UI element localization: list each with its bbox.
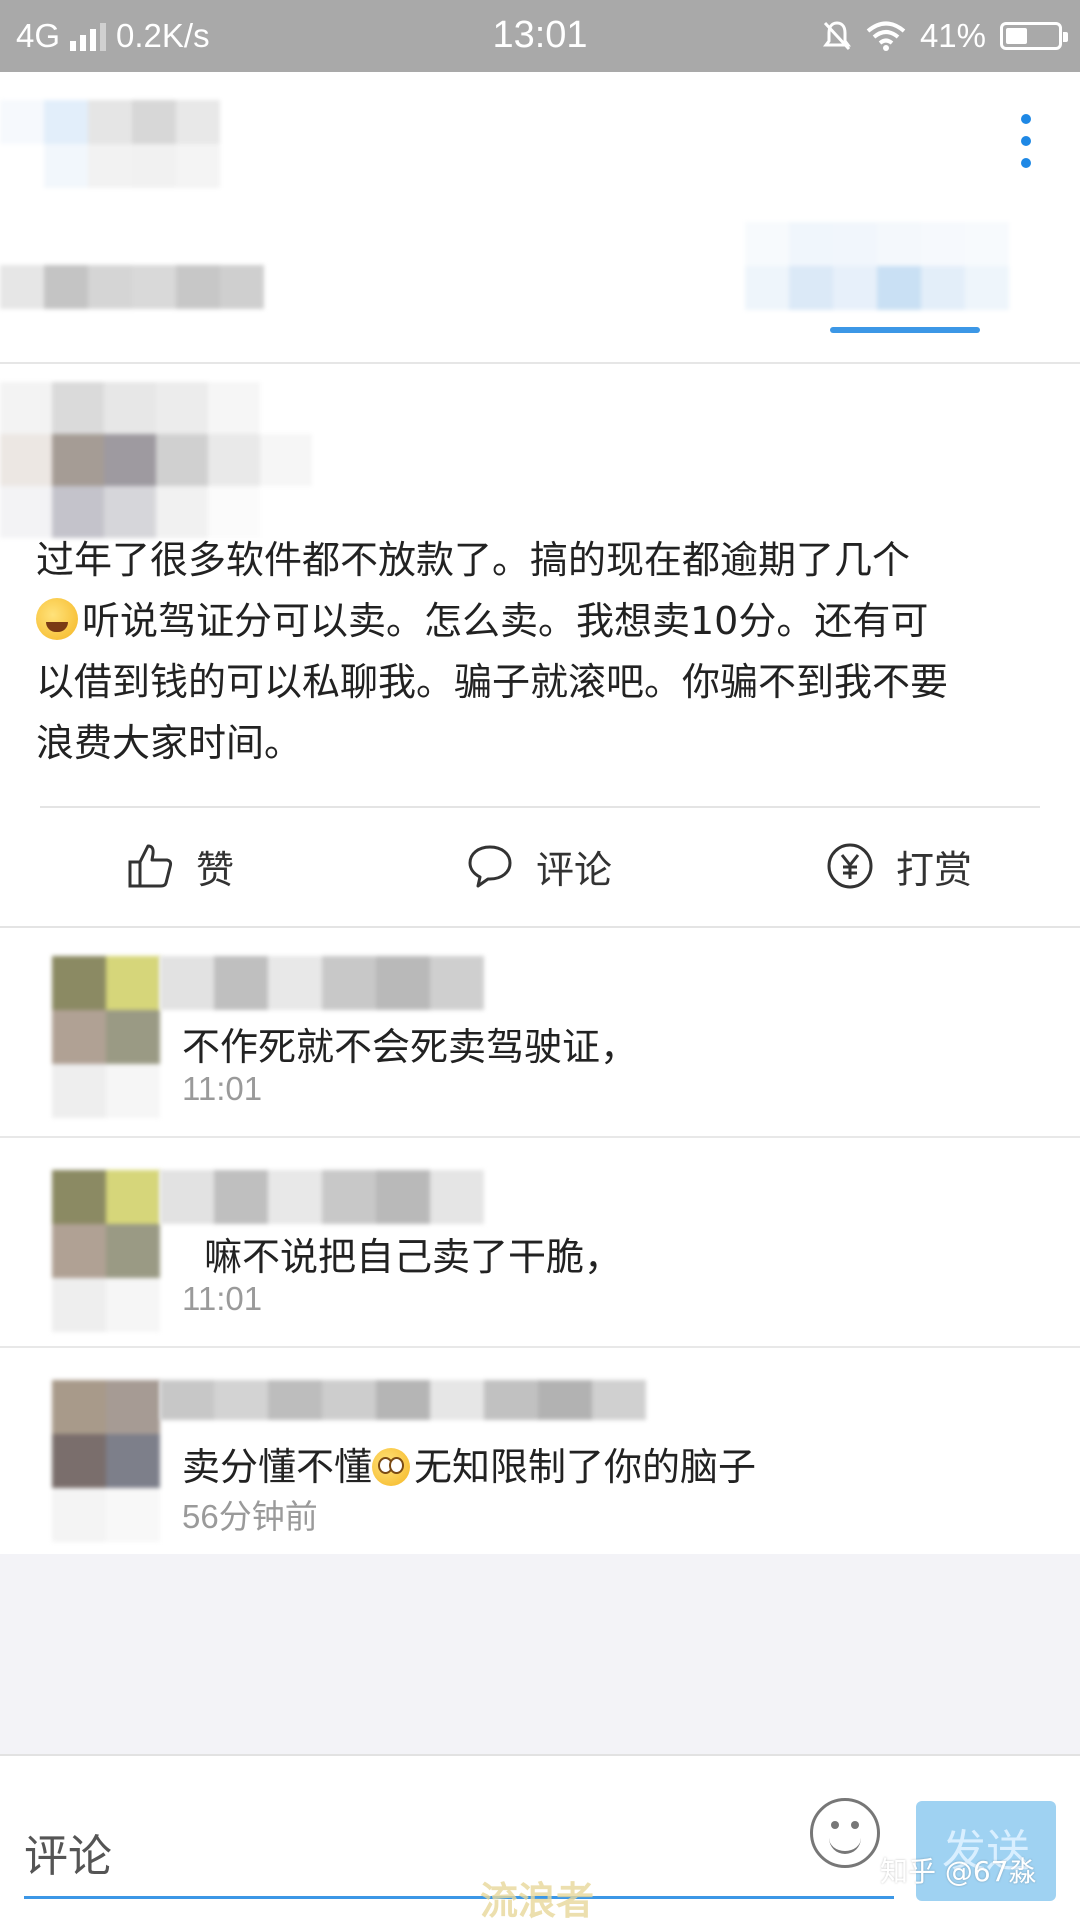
comment-item: 卖分懂不懂 无知限制了你的脑子 56分钟前 [0,1372,1080,1552]
reward-button[interactable]: 打赏 [826,834,972,898]
more-options-icon[interactable] [1008,114,1044,184]
redacted-avatar [52,956,160,1118]
thumbs-up-icon [128,844,173,888]
divider [0,926,1080,928]
post-line: 过年了很多软件都不放款了。搞的现在都逾期了几个 [36,538,911,582]
wifi-icon [866,21,906,51]
comment-time: 11:01 [182,1280,263,1317]
empty-area [0,1554,1080,1754]
redacted-avatar [52,1380,160,1542]
like-button[interactable]: 赞 [126,834,234,898]
redacted-author [0,382,312,538]
divider [40,806,1040,808]
reward-label: 打赏 [896,847,973,892]
laughing-emoji-icon [36,598,78,640]
redacted-title [0,100,264,188]
status-bar: 4G 0.2K/s 13:01 41% [0,0,1080,72]
battery-percent: 41% [919,17,986,54]
comment-text: 卖分懂不懂 无知限制了你的脑子 [182,1445,757,1489]
redacted-avatar [52,1170,160,1332]
comment-input[interactable] [24,1816,904,1896]
site-watermark: 流浪者 [480,1879,595,1923]
post-header [0,72,1080,364]
comment-time: 56分钟前 [182,1498,318,1535]
comment-label: 评论 [536,847,613,892]
comment-time: 11:01 [182,1070,263,1107]
post-actions: 赞 评论 打赏 [0,810,1080,920]
redacted-username [160,1380,646,1420]
post-content: 过年了很多软件都不放款了。搞的现在都逾期了几个 听说驾证分可以卖。怎么卖。我想卖… [36,530,1056,774]
like-label: 赞 [196,847,235,892]
divider [0,1346,1080,1348]
comment-item: 不作死就不会死卖驾驶证， 11:01 [0,952,1080,1138]
redacted-username [160,956,484,1010]
redacted-username [160,1170,484,1224]
speech-bubble-icon [468,845,512,888]
comment-item: 嘛不说把自己卖了干脆， 11:01 [0,1162,1080,1348]
eye-roll-emoji-icon [372,1448,411,1486]
comment-button[interactable]: 评论 [466,834,612,898]
emoji-picker-icon[interactable] [810,1798,880,1868]
input-underline [24,1896,894,1899]
redacted-subtitle [0,265,264,309]
zhihu-watermark: 知乎 @67淼 [880,1855,1037,1888]
yuan-coin-icon [827,843,873,889]
divider [0,1136,1080,1138]
battery-icon [1000,22,1068,50]
post-line: 以借到钱的可以私聊我。骗子就滚吧。你骗不到我不要 [36,660,949,704]
mute-bell-icon [822,21,851,51]
comment-text: 嘛不说把自己卖了干脆， [204,1235,623,1279]
post-line: 听说驾证分可以卖。怎么卖。我想卖10分。还有可 [36,591,1056,652]
tab-underline [830,327,980,333]
redacted-tab [745,222,1053,310]
post-line: 浪费大家时间。 [36,721,303,765]
comment-text: 不作死就不会死卖驾驶证， [182,1025,639,1069]
